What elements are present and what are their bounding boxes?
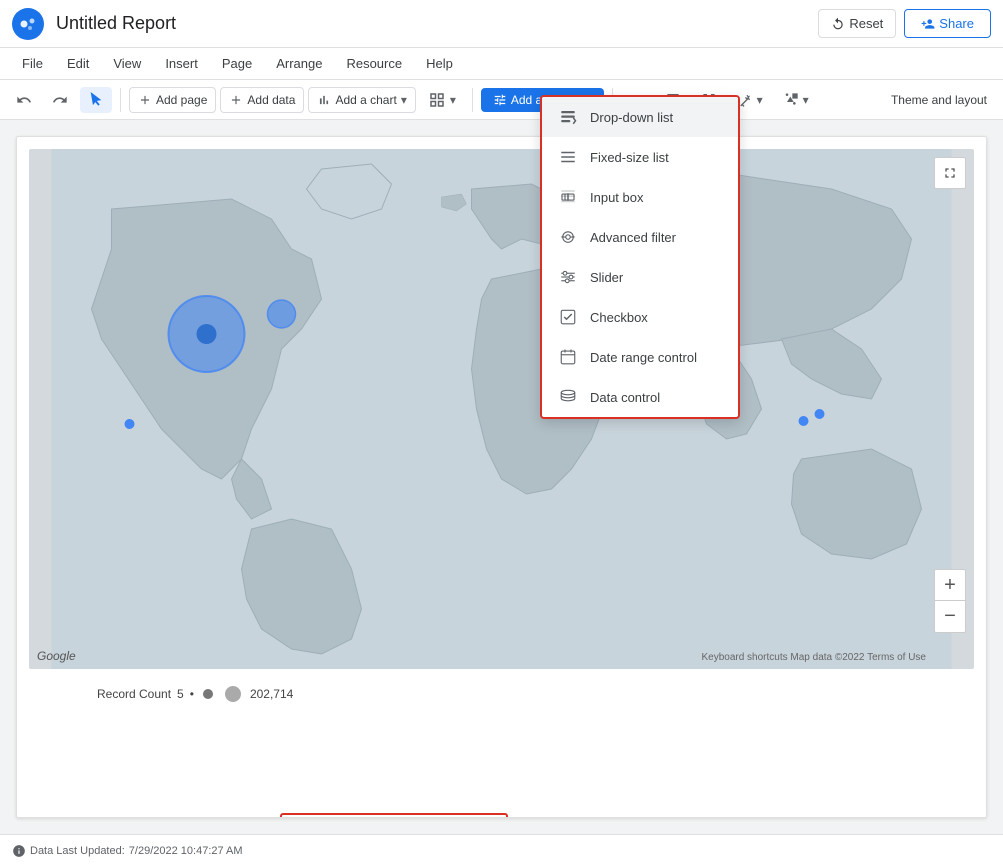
input-box-icon	[558, 187, 578, 207]
add-control-dropdown-menu: Drop-down list Fixed-size list Input box…	[540, 95, 740, 419]
menu-item-fixed-size-list[interactable]: Fixed-size list	[542, 137, 738, 177]
undo-button[interactable]	[8, 87, 40, 113]
menu-arrange[interactable]: Arrange	[266, 52, 332, 75]
map-expand-button[interactable]	[934, 157, 966, 189]
record-count-max: 202,714	[250, 687, 293, 701]
bubble-us-east	[268, 300, 296, 328]
legend-circle-large	[222, 683, 244, 705]
share-button[interactable]: Share	[904, 9, 991, 38]
person-add-icon	[921, 17, 935, 31]
zoom-controls: + −	[934, 569, 966, 633]
toolbar: Add page Add data Add a chart ▾ ▾ Add a …	[0, 80, 1003, 120]
add-data-icon	[229, 93, 243, 107]
menu-item-date-range-label: Date range control	[590, 350, 697, 365]
menu-item-advanced-filter[interactable]: Advanced filter	[542, 217, 738, 257]
dot-pacific	[125, 419, 135, 429]
menu-insert[interactable]: Insert	[155, 52, 208, 75]
theme-layout-button[interactable]: Theme and layout	[883, 88, 995, 112]
app-logo	[12, 8, 44, 40]
top-right-actions: Reset Share	[818, 9, 991, 38]
world-map-svg	[29, 149, 974, 669]
menu-item-input-box[interactable]: Input box	[542, 177, 738, 217]
menu-item-fixed-size-list-label: Fixed-size list	[590, 150, 669, 165]
select-icon	[88, 92, 104, 108]
menu-item-dropdown-list-label: Drop-down list	[590, 110, 673, 125]
info-icon	[12, 844, 26, 858]
add-chart-button[interactable]: Add a chart ▾	[308, 87, 415, 113]
data-control-icon	[558, 387, 578, 407]
dot-india-2	[815, 409, 825, 419]
menu-resource[interactable]: Resource	[336, 52, 412, 75]
undo-icon	[16, 92, 32, 108]
menu-bar: File Edit View Insert Page Arrange Resou…	[0, 48, 1003, 80]
menu-item-data-control-label: Data control	[590, 390, 660, 405]
layout-icon	[428, 91, 446, 109]
add-data-button[interactable]: Add data	[220, 87, 304, 113]
map-footer: Keyboard shortcuts Map data ©2022 Terms …	[701, 652, 926, 663]
record-count-dot1: •	[190, 687, 194, 701]
map-watermark: Google	[37, 649, 76, 663]
advanced-filter-icon	[558, 227, 578, 247]
status-bar: Data Last Updated: 7/29/2022 10:47:27 AM	[0, 834, 1003, 866]
menu-item-input-box-label: Input box	[590, 190, 644, 205]
menu-item-advanced-filter-label: Advanced filter	[590, 230, 676, 245]
record-count-value: 5	[177, 687, 184, 701]
menu-item-date-range-control[interactable]: Date range control	[542, 337, 738, 377]
menu-page[interactable]: Page	[212, 52, 262, 75]
zoom-out-button[interactable]: −	[934, 601, 966, 633]
separator-2	[472, 88, 473, 112]
redo-button[interactable]	[44, 87, 76, 113]
menu-item-slider[interactable]: Slider	[542, 257, 738, 297]
menu-item-checkbox-label: Checkbox	[590, 310, 648, 325]
report-title: Untitled Report	[56, 13, 810, 34]
record-count-label: Record Count	[97, 687, 171, 701]
dot-india-1	[799, 416, 809, 426]
separator	[120, 88, 121, 112]
add-page-button[interactable]: Add page	[129, 87, 216, 113]
add-chart-icon	[317, 93, 331, 107]
menu-item-dropdown-list[interactable]: Drop-down list	[542, 97, 738, 137]
bubble-us-west-center	[197, 324, 217, 344]
main-canvas-area: + − Google Keyboard shortcuts Map data ©…	[0, 120, 1003, 834]
data-updated-datetime: 7/29/2022 10:47:27 AM	[129, 845, 243, 857]
menu-help[interactable]: Help	[416, 52, 463, 75]
menu-file[interactable]: File	[12, 52, 53, 75]
menu-item-slider-label: Slider	[590, 270, 623, 285]
add-layout-button[interactable]: ▾	[420, 86, 464, 114]
fullscreen-icon	[942, 165, 958, 181]
checkbox-icon	[558, 307, 578, 327]
shape-icon	[783, 92, 799, 108]
legend-circle-small	[200, 686, 216, 702]
select-tool-button[interactable]	[80, 87, 112, 113]
add-control-icon	[493, 93, 507, 107]
menu-item-data-control[interactable]: Data control	[542, 377, 738, 417]
reset-button[interactable]: Reset	[818, 9, 896, 38]
menu-view[interactable]: View	[103, 52, 151, 75]
date-range-control-icon	[558, 347, 578, 367]
data-updated-label: Data Last Updated:	[30, 845, 125, 857]
report-canvas: + − Google Keyboard shortcuts Map data ©…	[16, 136, 987, 818]
top-bar: Untitled Report Reset Share	[0, 0, 1003, 48]
menu-item-checkbox[interactable]: Checkbox	[542, 297, 738, 337]
record-count-legend: Record Count 5 • 202,714	[97, 683, 293, 705]
add-page-icon	[138, 93, 152, 107]
shape-button[interactable]: ▾	[775, 87, 817, 113]
zoom-in-button[interactable]: +	[934, 569, 966, 601]
fixed-size-list-icon	[558, 147, 578, 167]
looker-logo-icon	[19, 15, 37, 33]
redo-icon	[52, 92, 68, 108]
dropdown-list-icon	[558, 107, 578, 127]
menu-edit[interactable]: Edit	[57, 52, 99, 75]
vehicle-selection-border	[280, 813, 508, 818]
reset-icon	[831, 17, 845, 31]
slider-icon	[558, 267, 578, 287]
map-visualization: + − Google Keyboard shortcuts Map data ©…	[29, 149, 974, 669]
